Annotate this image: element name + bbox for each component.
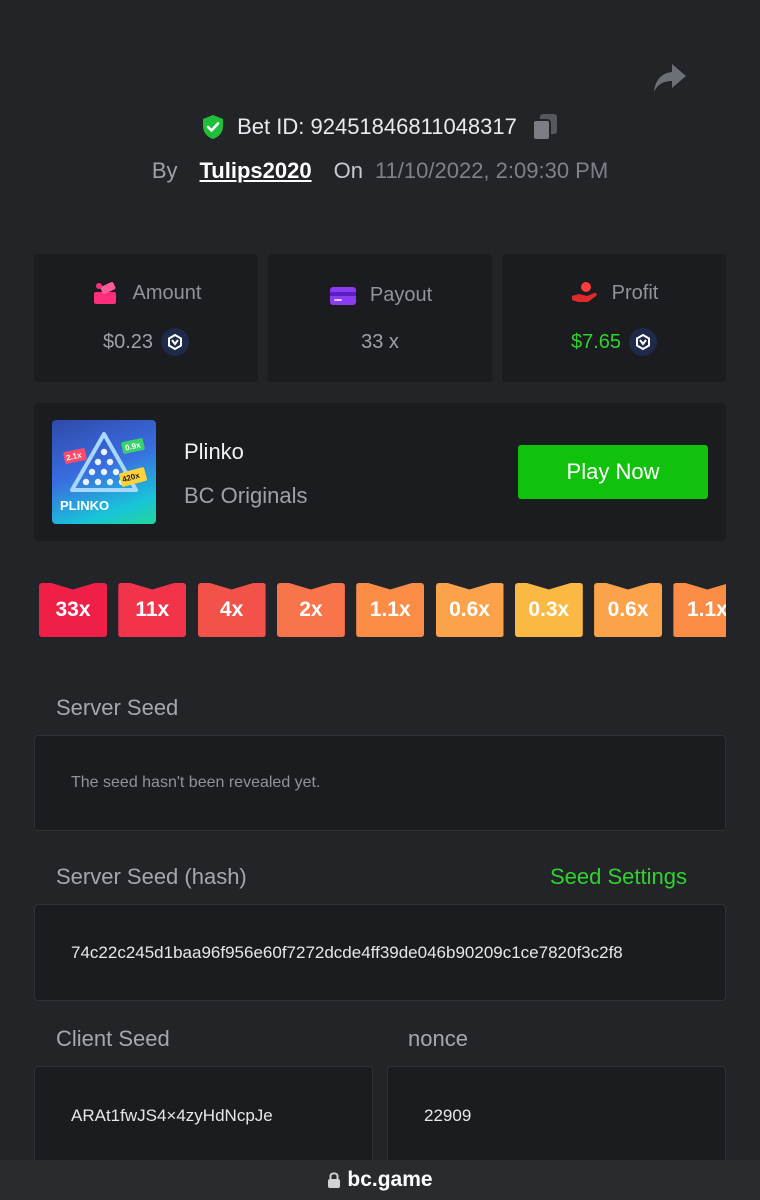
game-card: 2.1x 0.9x 420x PLINKO Plinko BC Original… (34, 403, 726, 541)
share-icon (654, 64, 686, 92)
client-seed-field[interactable]: ARAt1fwJS4×4zyHdNcpJe (34, 1066, 373, 1166)
plinko-thumbnail[interactable]: 2.1x 0.9x 420x PLINKO (52, 420, 156, 524)
server-seed-hash-value: 74c22c245d1baa96f956e60f7272dcde4ff39de0… (71, 942, 623, 962)
game-title: Plinko (184, 439, 244, 464)
server-seed-label: Server Seed (56, 695, 179, 720)
multiplier-chip: 0.6x (435, 583, 504, 637)
payout-card-icon (329, 286, 356, 305)
coin-icon (161, 328, 190, 356)
multiplier-chip: 1.1x (356, 583, 425, 637)
multiplier-row: 33x 11x 4x 2x 1.1x 0.6x 0.3x 0.6x 1.1x (39, 583, 726, 639)
multiplier-chip: 0.6x (594, 583, 663, 637)
multiplier-chip: 0.3x (514, 583, 583, 637)
share-button[interactable] (650, 60, 690, 96)
coin-icon (629, 328, 658, 356)
multiplier-chip: 4x (197, 583, 266, 637)
profit-hand-icon (571, 282, 597, 302)
amount-icon (93, 282, 116, 304)
copy-icon[interactable] (531, 112, 559, 142)
client-seed-value: ARAt1fwJS4×4zyHdNcpJe (71, 1106, 273, 1125)
multiplier-chip: 33x (39, 583, 107, 637)
payout-card: Payout 33 x (268, 254, 492, 382)
bet-id-text: Bet ID: 92451846811048317 (237, 114, 517, 139)
nonce-value: 22909 (424, 1106, 472, 1125)
domain-text: bc.game (347, 1168, 433, 1191)
multiplier-chip: 11x (118, 583, 187, 637)
shield-check-icon (203, 115, 224, 139)
multiplier-chip: 2x (276, 583, 345, 637)
profit-card: Profit $7.65 (502, 254, 726, 382)
browser-address-bar[interactable]: bc.game (0, 1160, 760, 1200)
author-row: By Tulips2020 On 11/10/2022, 2:09:30 PM (0, 158, 760, 184)
client-seed-label: Client Seed (56, 1026, 170, 1051)
lock-icon (328, 1172, 341, 1188)
server-seed-hash-label: Server Seed (hash) (56, 864, 247, 889)
bet-stats: Amount $0.23 Payout 33 x Profit $7.65 (34, 254, 726, 382)
play-now-button[interactable]: Play Now (518, 445, 708, 499)
server-seed-hash-field[interactable]: 74c22c245d1baa96f956e60f7272dcde4ff39de0… (34, 904, 726, 1001)
payout-label: Payout (369, 284, 433, 306)
bet-id-row: Bet ID: 92451846811048317 (0, 112, 760, 142)
payout-value: 33 x (361, 330, 399, 353)
nonce-field[interactable]: 22909 (387, 1066, 726, 1166)
amount-card: Amount $0.23 (34, 254, 258, 382)
username-link[interactable]: Tulips2020 (200, 158, 312, 184)
on-label: On (333, 158, 363, 183)
profit-value: $7.65 (570, 330, 622, 353)
bet-datetime: 11/10/2022, 2:09:30 PM (374, 158, 609, 183)
amount-value: $0.23 (102, 330, 154, 353)
profit-label: Profit (611, 281, 659, 304)
nonce-label: nonce (408, 1026, 468, 1051)
game-subtitle: BC Originals (184, 483, 308, 508)
multiplier-chip: 1.1x (673, 583, 726, 637)
thumb-text: PLINKO (60, 498, 110, 513)
amount-label: Amount (132, 281, 202, 304)
server-seed-field: The seed hasn't been revealed yet. (34, 735, 726, 831)
server-seed-value: The seed hasn't been revealed yet. (71, 774, 321, 791)
seed-settings-link[interactable]: Seed Settings (550, 864, 687, 890)
by-label: By (151, 158, 178, 183)
